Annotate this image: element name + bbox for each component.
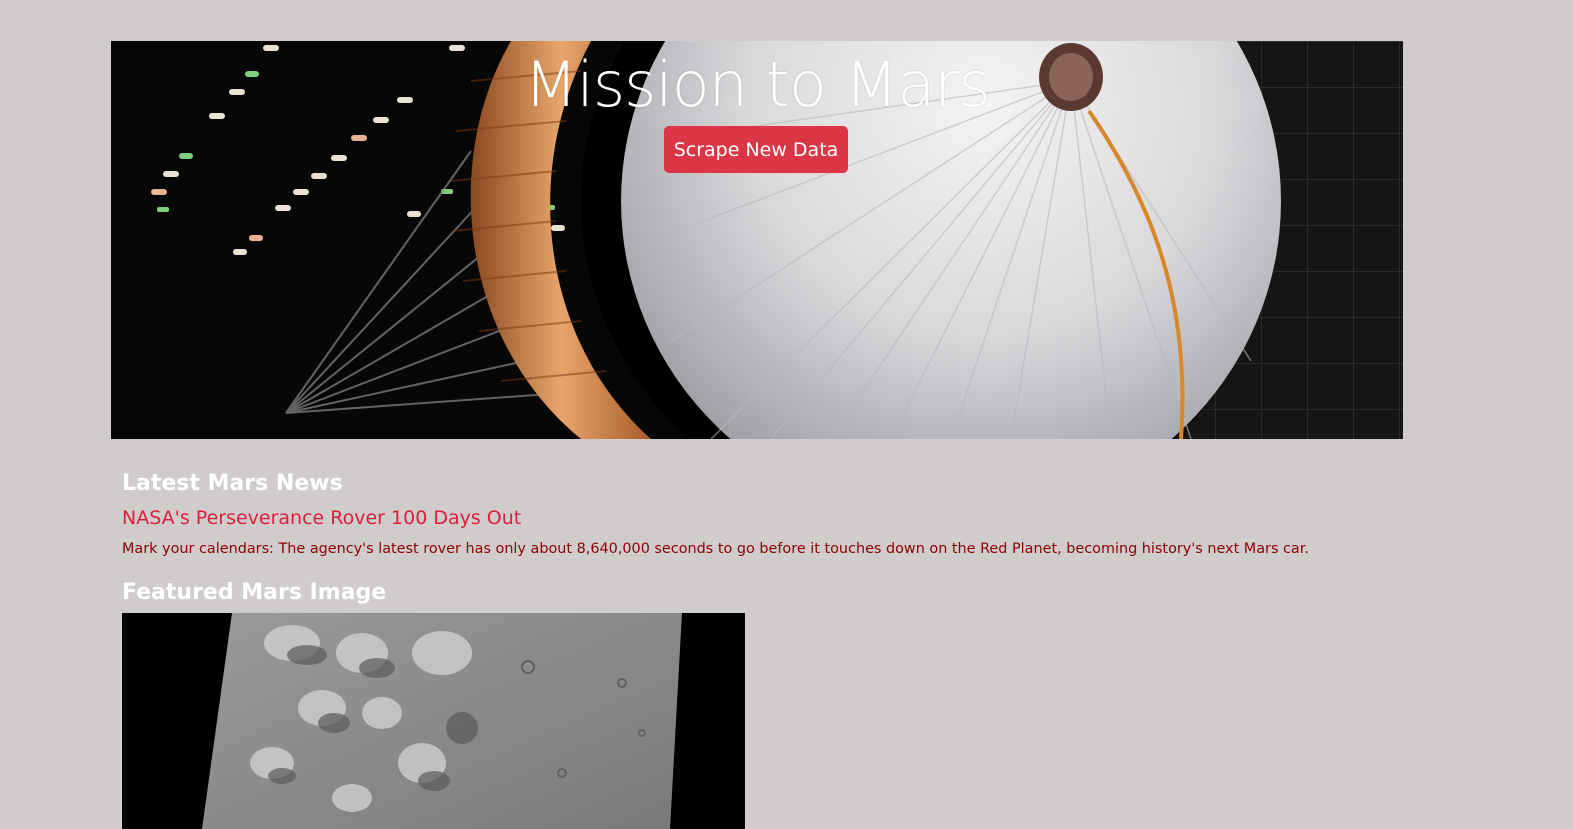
featured-image-heading: Featured Mars Image xyxy=(122,580,387,605)
hero-banner: Mission to Mars Scrape New Data xyxy=(111,41,1403,439)
scrape-new-data-button[interactable]: Scrape New Data xyxy=(664,126,848,173)
page-title: Mission to Mars xyxy=(524,48,991,121)
featured-mars-image[interactable] xyxy=(122,613,745,829)
news-teaser: Mark your calendars: The agency's latest… xyxy=(122,541,1309,557)
latest-news-heading: Latest Mars News xyxy=(122,471,343,496)
news-title-link[interactable]: NASA's Perseverance Rover 100 Days Out xyxy=(122,505,521,531)
mars-surface-image xyxy=(122,613,745,829)
page: Mission to Mars Scrape New Data Latest M… xyxy=(0,0,1573,829)
